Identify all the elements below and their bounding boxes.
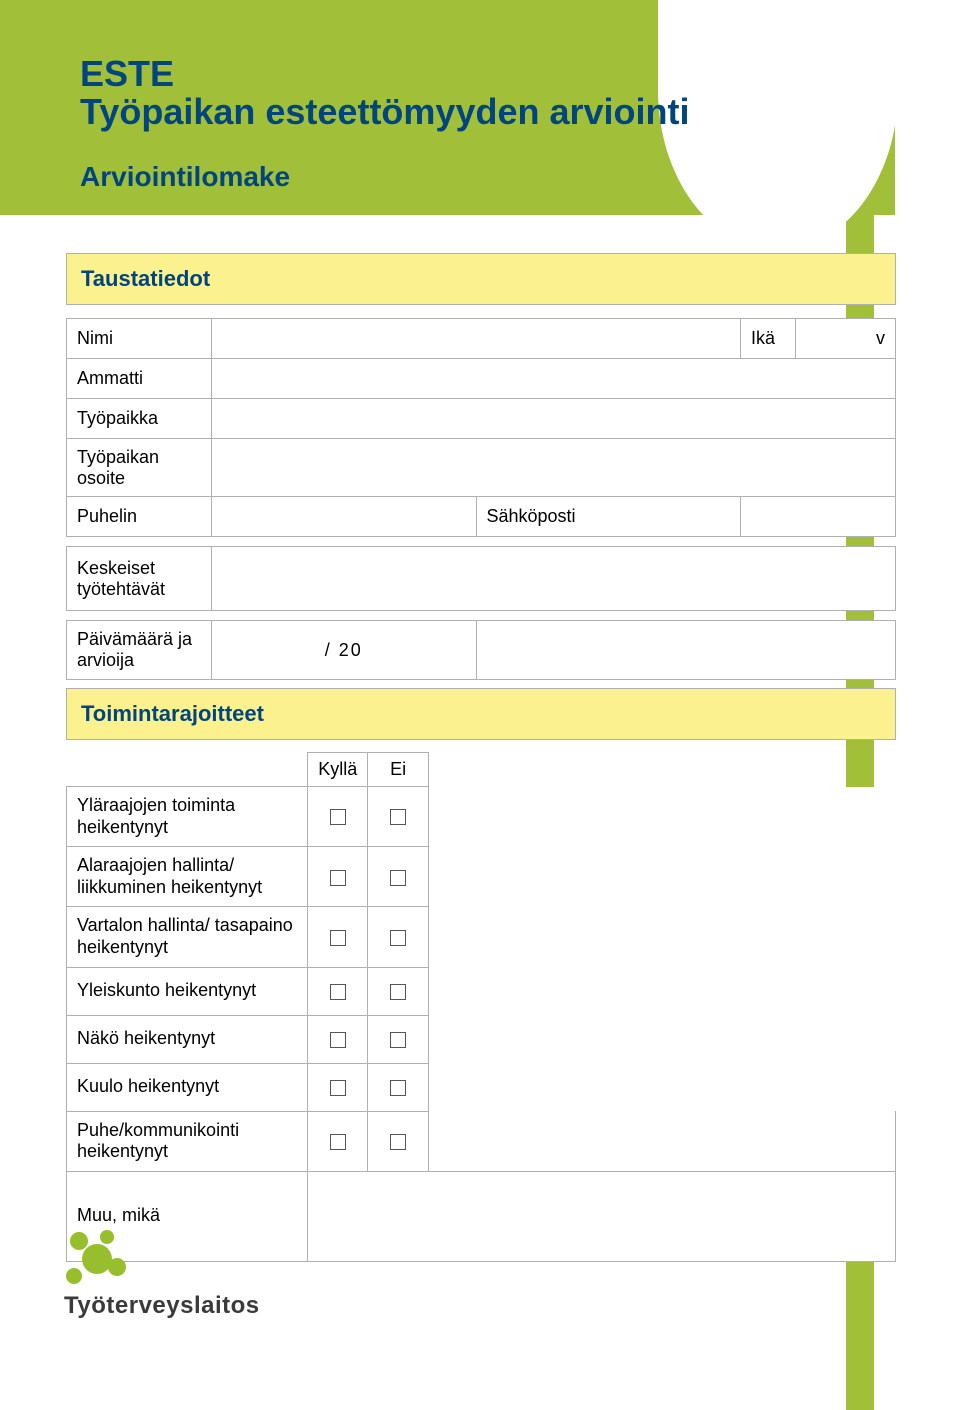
table-row: Yläraajojen toiminta heikentynyt — [67, 787, 896, 847]
checkbox-no[interactable] — [368, 847, 428, 907]
limitation-label: Alaraajojen hallinta/ liikkuminen heiken… — [67, 847, 308, 907]
col-header-no: Ei — [368, 753, 428, 787]
limitation-label: Puhe/kommunikointi heikentynyt — [67, 1111, 308, 1171]
checkbox-no[interactable] — [368, 1063, 428, 1111]
checkbox-no[interactable] — [368, 787, 428, 847]
label-date-assessor: Päivämäärä ja arvioija — [67, 621, 212, 679]
input-occupation[interactable] — [212, 359, 896, 399]
page-title-line1: ESTE — [80, 55, 690, 93]
section-header-background: Taustatiedot — [66, 253, 896, 305]
limitation-label: Yläraajojen toiminta heikentynyt — [67, 787, 308, 847]
label-tasks: Keskeiset työtehtävät — [67, 547, 212, 611]
limitation-label: Näkö heikentynyt — [67, 1015, 308, 1063]
checkbox-icon — [390, 930, 406, 946]
checkbox-icon — [390, 984, 406, 1000]
checkbox-icon — [390, 1080, 406, 1096]
checkbox-yes[interactable] — [308, 1111, 368, 1171]
input-assessor[interactable] — [476, 621, 896, 679]
checkbox-yes[interactable] — [308, 787, 368, 847]
label-workplace: Työpaikka — [67, 399, 212, 439]
input-workplace-addr[interactable] — [212, 439, 896, 497]
table-row: Vartalon hallinta/ tasapaino heikentynyt — [67, 907, 896, 967]
checkbox-no[interactable] — [368, 1015, 428, 1063]
checkbox-icon — [330, 984, 346, 1000]
footer-org-name: Työterveyslaitos — [64, 1292, 260, 1320]
footer-logo: Työterveyslaitos — [64, 1230, 260, 1320]
label-phone: Puhelin — [67, 497, 212, 537]
checkbox-yes[interactable] — [308, 847, 368, 907]
checkbox-yes[interactable] — [308, 1015, 368, 1063]
checkbox-icon — [390, 1032, 406, 1048]
checkbox-yes[interactable] — [308, 907, 368, 967]
label-workplace-addr: Työpaikan osoite — [67, 439, 212, 497]
checkbox-icon — [330, 809, 346, 825]
input-tasks[interactable] — [212, 547, 896, 611]
table-row: Yleiskunto heikentynyt — [67, 967, 896, 1015]
input-age[interactable]: v — [796, 319, 896, 359]
input-date[interactable]: / 20 — [212, 621, 477, 679]
label-email: Sähköposti — [476, 497, 741, 537]
section-header-limitations: Toimintarajoitteet — [66, 688, 896, 740]
page-subtitle: Arviointilomake — [80, 161, 690, 193]
table-row: Kuulo heikentynyt — [67, 1063, 896, 1111]
table-row: Alaraajojen hallinta/ liikkuminen heiken… — [67, 847, 896, 907]
checkbox-icon — [390, 870, 406, 886]
page-title-line2: Työpaikan esteettömyyden arviointi — [80, 93, 690, 131]
label-age: Ikä — [741, 319, 796, 359]
input-workplace[interactable] — [212, 399, 896, 439]
checkbox-icon — [330, 1032, 346, 1048]
limitation-label: Kuulo heikentynyt — [67, 1063, 308, 1111]
table-row: Näkö heikentynyt — [67, 1015, 896, 1063]
table-row: Puhe/kommunikointi heikentynyt — [67, 1111, 896, 1171]
checkbox-icon — [330, 1080, 346, 1096]
age-unit: v — [876, 328, 885, 348]
checkbox-no[interactable] — [368, 907, 428, 967]
date-template: / 20 — [325, 640, 363, 660]
input-other[interactable] — [308, 1171, 896, 1261]
checkbox-icon — [330, 930, 346, 946]
checkbox-icon — [390, 1134, 406, 1150]
limitation-label: Yleiskunto heikentynyt — [67, 967, 308, 1015]
checkbox-icon — [330, 870, 346, 886]
checkbox-no[interactable] — [368, 967, 428, 1015]
checkbox-icon — [390, 809, 406, 825]
input-email[interactable] — [741, 497, 896, 537]
checkbox-no[interactable] — [368, 1111, 428, 1171]
label-name: Nimi — [67, 319, 212, 359]
header: ESTE Työpaikan esteettömyyden arviointi … — [80, 55, 690, 193]
checkbox-yes[interactable] — [308, 1063, 368, 1111]
input-phone[interactable] — [212, 497, 477, 537]
label-occupation: Ammatti — [67, 359, 212, 399]
background-table: Nimi Ikä v Ammatti Työpaikka Työpaikan o… — [66, 318, 896, 680]
checkbox-yes[interactable] — [308, 967, 368, 1015]
limitation-label: Vartalon hallinta/ tasapaino heikentynyt — [67, 907, 308, 967]
col-header-yes: Kyllä — [308, 753, 368, 787]
logo-icon — [64, 1230, 134, 1288]
limitations-table: Kyllä Ei Yläraajojen toiminta heikentyny… — [66, 752, 896, 1262]
checkbox-icon — [330, 1134, 346, 1150]
input-name[interactable] — [212, 319, 741, 359]
